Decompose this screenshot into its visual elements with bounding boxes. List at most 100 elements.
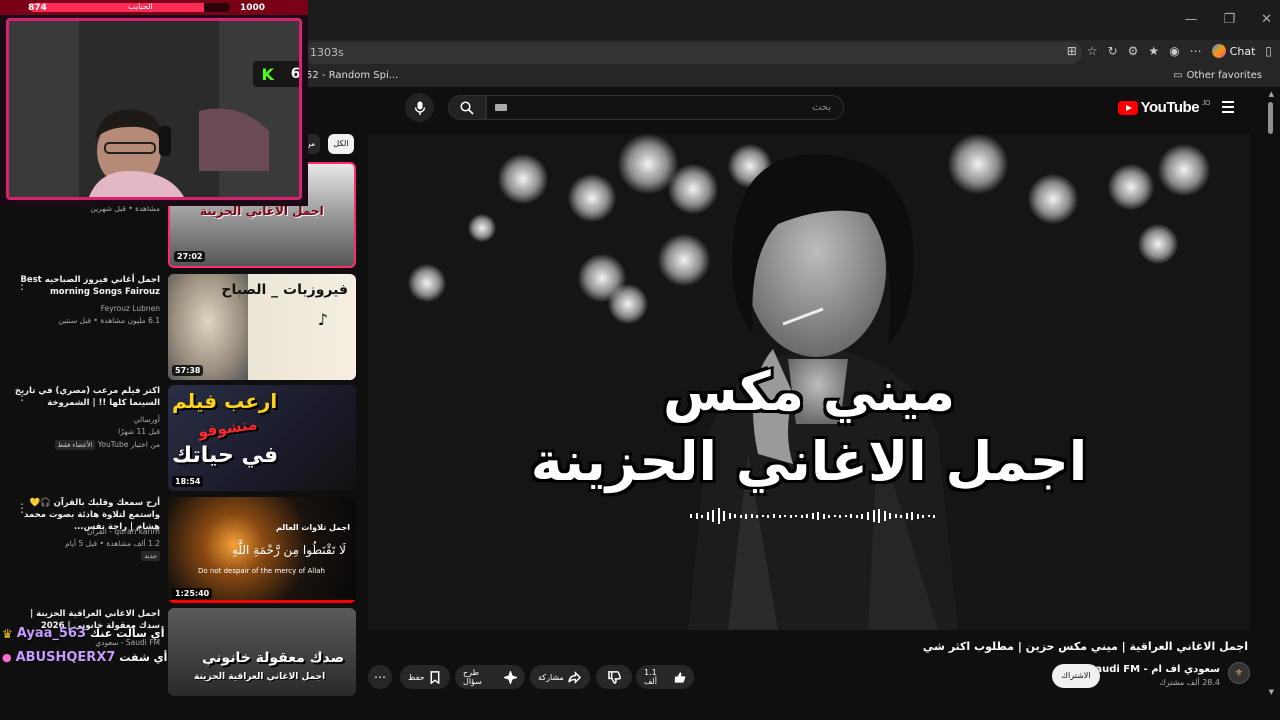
waveform-bar <box>861 513 864 519</box>
video-meta: 1.2 ألف مشاهدة • قبل 5 أيام <box>64 539 160 548</box>
channel-name: quran karim - القرآن <box>87 527 160 536</box>
window-controls: — ❐ ✕ <box>1184 12 1272 27</box>
share-label: مشاركة <box>538 672 564 682</box>
new-badge: جديد <box>141 551 160 561</box>
like-button[interactable]: 1.1 ألف <box>636 665 694 689</box>
scroll-down-icon[interactable]: ▼ <box>1269 688 1274 696</box>
other-favorites-label: Other favorites <box>1186 70 1262 81</box>
page-scrollbar[interactable]: ▲ ▼ <box>1262 88 1280 700</box>
video-duration: 18:54 <box>172 476 204 487</box>
star-icon[interactable]: ☆ <box>1087 44 1098 58</box>
waveform-bar <box>806 514 809 518</box>
recommendation-item[interactable]: فيروزيات _ الصباح ♪ 57:38 اجمل أغاني فير… <box>0 274 360 380</box>
copilot-icon <box>1211 44 1226 58</box>
recommendation-item[interactable]: ارعب فيلم متشوفو في حياتك 18:54 اكتر فيل… <box>0 385 360 491</box>
waveform-bar <box>844 515 847 517</box>
waveform-bar <box>927 515 930 517</box>
waveform-bar <box>761 515 764 517</box>
health-label: الحبايب <box>128 2 153 11</box>
apps-icon[interactable]: ⊞ <box>1067 44 1077 58</box>
kick-counter: K 6 <box>253 61 299 87</box>
waveform-bar <box>872 510 875 522</box>
channel-avatar[interactable]: ⚜ <box>1228 662 1250 684</box>
waveform-bar <box>883 511 886 521</box>
waveform-bar <box>916 513 919 519</box>
crown-icon: ♛ <box>2 626 13 641</box>
thumbnail-verse: لَا تَقْنَطُوا مِن رَّحْمَةِ اللَّهِ <box>231 543 346 557</box>
favorites-icon[interactable]: ★ <box>1148 44 1159 58</box>
video-title: اجمل أغاني فيروز الصباحيه Best morning S… <box>20 275 160 297</box>
waveform-bar <box>717 508 720 524</box>
thumbnail-text-line2: متشوفو <box>197 414 259 442</box>
more-vertical-icon[interactable]: ⋮ <box>16 389 28 403</box>
keyboard-icon[interactable] <box>495 104 507 111</box>
waveform-bar <box>695 513 698 519</box>
share-icon <box>568 670 581 684</box>
waveform-bar <box>867 512 869 520</box>
chat-username: Ayaa_563 <box>16 626 87 641</box>
voice-search-button[interactable] <box>405 93 434 122</box>
more-vertical-icon[interactable]: ⋮ <box>16 501 28 515</box>
ask-label: طرح سؤال <box>463 668 482 686</box>
scroll-thumb[interactable] <box>1268 102 1273 134</box>
youtube-wordmark: YouTube <box>1140 99 1200 116</box>
profile-icon[interactable]: ◉ <box>1169 44 1179 58</box>
watch-progress <box>168 600 356 603</box>
waveform-bar <box>750 514 753 518</box>
video-thumbnail[interactable]: ارعب فيلم متشوفو في حياتك 18:54 <box>168 385 356 491</box>
video-thumbnail[interactable]: فيروزيات _ الصباح ♪ 57:38 <box>168 274 356 380</box>
sparkle-icon <box>504 670 517 684</box>
waveform-bar <box>767 514 770 518</box>
thumbnail-text-line1: صدك معقولة خانوني <box>202 650 345 666</box>
more-icon[interactable]: ⋯ <box>1190 44 1202 58</box>
health-max: 1000 <box>240 3 266 13</box>
dislike-button[interactable] <box>596 665 632 689</box>
webcam-feed: K 6 <box>6 18 302 200</box>
recommendation-item[interactable]: اجمل تلاوات العالم لَا تَقْنَطُوا مِن رَ… <box>0 497 360 603</box>
url-field[interactable]: 1303s <box>304 42 1082 64</box>
search-input[interactable]: بحث <box>486 95 844 120</box>
minimize-icon[interactable]: — <box>1184 12 1197 27</box>
video-thumbnail[interactable]: اجمل تلاوات العالم لَا تَقْنَطُوا مِن رَ… <box>168 497 356 603</box>
youtube-play-icon <box>1117 100 1138 115</box>
chat-text: أي سألت عنك <box>90 627 165 640</box>
maximize-icon[interactable]: ❐ <box>1223 12 1235 27</box>
sidebar-toggle-icon[interactable]: ▯ <box>1265 44 1272 58</box>
ask-button[interactable]: طرح سؤال <box>455 665 525 689</box>
extensions-icon[interactable]: ⚙ <box>1128 44 1139 58</box>
subscribe-button[interactable]: الاشتراك <box>1052 664 1100 688</box>
video-duration: 27:02 <box>174 251 206 262</box>
waveform-bar <box>723 511 726 521</box>
browser-toolbar: ⊞ ☆ ↻ ⚙ ★ ◉ ⋯ Chat ▯ <box>1067 44 1272 58</box>
channel-name: Feyrouz Lubnen <box>100 304 160 313</box>
video-tags: من اختيار YouTube الأعضاء فقط <box>10 440 160 450</box>
share-button[interactable]: مشاركة <box>530 665 590 689</box>
waveform-bar <box>701 514 704 518</box>
chat-button[interactable]: Chat <box>1211 44 1256 58</box>
bokeh-light <box>468 214 496 242</box>
waveform-bar <box>900 514 903 518</box>
chip-all[interactable]: الكل <box>328 134 354 154</box>
chat-label: Chat <box>1229 44 1256 58</box>
more-actions-button[interactable]: ⋯ <box>368 665 392 689</box>
video-player[interactable]: ميني مكس اجمل الاغاني الحزينة <box>368 134 1250 630</box>
scroll-up-icon[interactable]: ▲ <box>1269 90 1274 98</box>
video-thumbnail[interactable]: صدك معقولة خانوني اجمل الاغاني العراقية … <box>168 608 356 696</box>
save-button[interactable]: حفظ <box>400 665 450 689</box>
thumbnail-translation: Do not despair of the mercy of Allah <box>198 567 325 575</box>
channel-name: أورسالي <box>133 415 160 424</box>
youtube-logo[interactable]: YouTube JO <box>1117 99 1210 116</box>
health-bar-strip: 874 الحبايب 1000 <box>0 0 308 15</box>
waveform-bar <box>828 514 831 518</box>
kick-logo-icon: K <box>261 64 274 84</box>
channel-name[interactable]: سعودي اف ام - Saudi FM <box>1088 664 1220 675</box>
close-icon[interactable]: ✕ <box>1261 12 1272 27</box>
more-vertical-icon[interactable]: ⋮ <box>16 278 28 292</box>
menu-icon[interactable] <box>1222 101 1234 116</box>
refresh-icon[interactable]: ↻ <box>1108 44 1118 58</box>
bookmark-item[interactable]: 52 - Random Spi... <box>306 70 398 81</box>
search-button[interactable] <box>448 95 486 120</box>
waveform-bar <box>690 514 692 518</box>
audio-waveform <box>690 506 936 526</box>
other-favorites[interactable]: ▭ Other favorites <box>1173 70 1262 81</box>
